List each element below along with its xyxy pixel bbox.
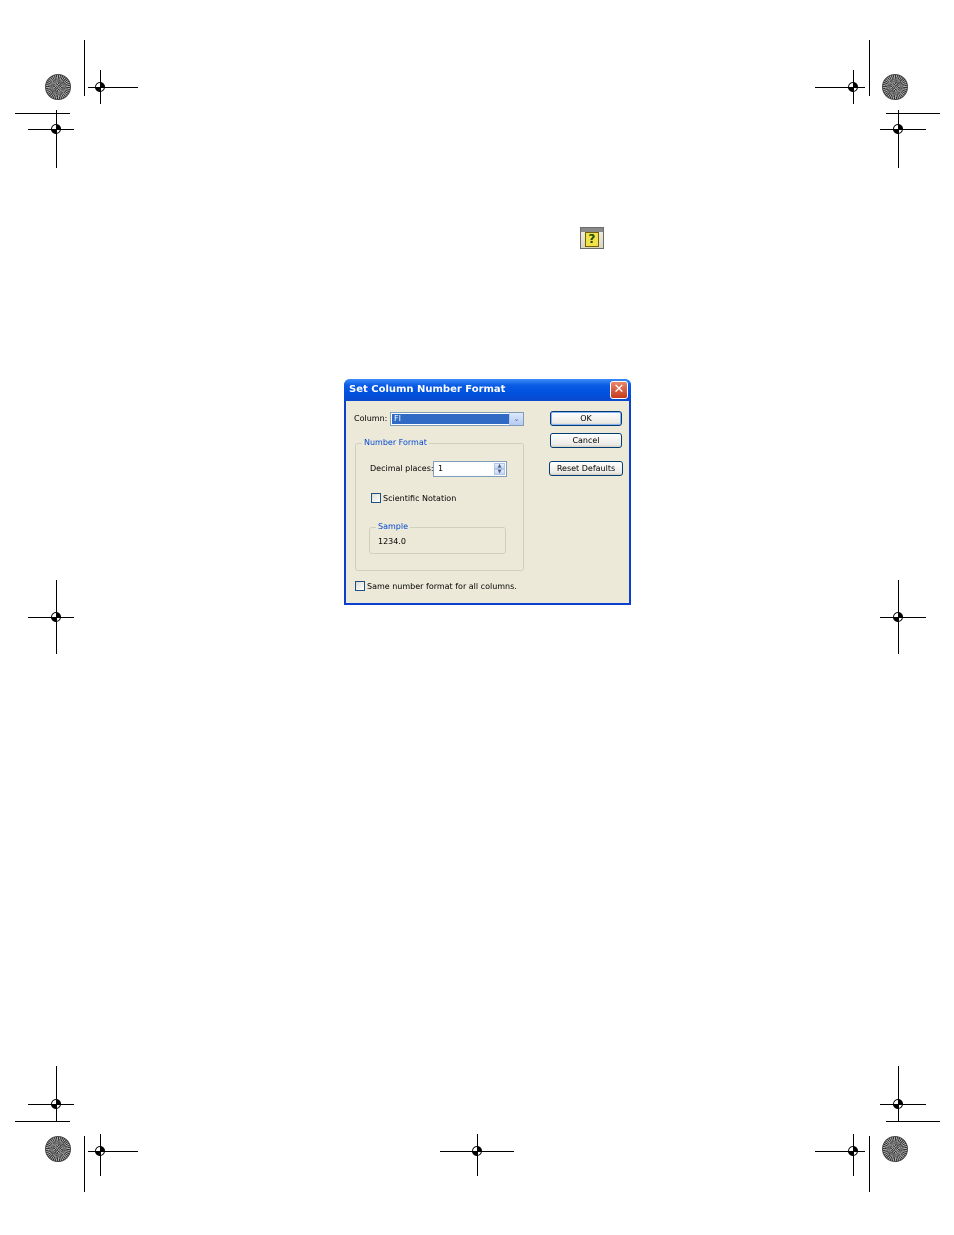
same-format-all-columns-checkbox[interactable] <box>355 581 365 591</box>
column-label: Column: <box>354 414 388 423</box>
chevron-down-icon[interactable]: ⌄ <box>509 413 523 425</box>
column-select-highlight: FI <box>392 414 510 424</box>
color-bar-target-icon <box>882 1136 908 1162</box>
sample-legend: Sample <box>376 522 410 532</box>
trim-mark <box>84 40 85 96</box>
decimal-places-label: Decimal places: <box>370 464 434 473</box>
number-format-group: Number Format Decimal places: 1 ▲ ▼ Scie… <box>355 438 524 571</box>
spin-down-icon[interactable]: ▼ <box>494 469 505 475</box>
same-format-all-columns-label: Same number format for all columns. <box>367 582 517 591</box>
scientific-notation-label: Scientific Notation <box>383 494 457 503</box>
close-icon[interactable]: ✕ <box>610 381 628 399</box>
color-bar-target-icon <box>45 74 71 100</box>
column-select[interactable]: FI ⌄ <box>390 412 524 426</box>
number-format-legend: Number Format <box>362 438 429 448</box>
color-bar-target-icon <box>882 74 908 100</box>
dialog-title: Set Column Number Format <box>349 384 506 395</box>
trim-mark <box>15 1121 70 1122</box>
cancel-button[interactable]: Cancel <box>550 433 622 448</box>
set-column-number-format-dialog: Set Column Number Format ✕ Column: FI ⌄ … <box>344 379 631 605</box>
sample-group: Sample 1234.0 <box>369 522 506 554</box>
column-select-value: FI <box>394 414 401 423</box>
scientific-notation-checkbox[interactable] <box>371 493 381 503</box>
sample-value: 1234.0 <box>378 537 406 546</box>
decimal-places-stepper[interactable]: 1 ▲ ▼ <box>433 461 507 477</box>
color-bar-target-icon <box>45 1136 71 1162</box>
trim-mark <box>869 40 870 96</box>
ok-button[interactable]: OK <box>550 411 622 426</box>
trim-mark <box>886 113 940 114</box>
trim-mark <box>886 1121 940 1122</box>
trim-mark <box>869 1136 870 1192</box>
help-question-icon: ? <box>580 227 604 249</box>
trim-mark <box>15 113 70 114</box>
dialog-titlebar[interactable]: Set Column Number Format ✕ <box>344 379 631 401</box>
trim-mark <box>84 1136 85 1192</box>
reset-defaults-button[interactable]: Reset Defaults <box>549 461 623 476</box>
decimal-places-value: 1 <box>438 464 444 473</box>
question-mark-glyph: ? <box>585 232 599 247</box>
